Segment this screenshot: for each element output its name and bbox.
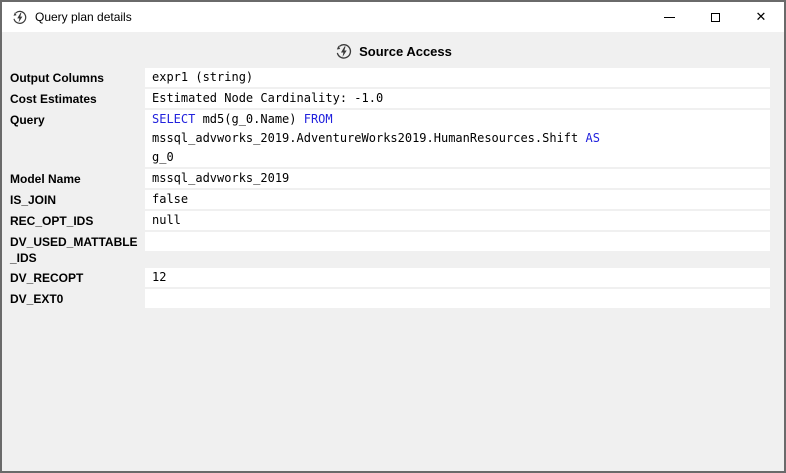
node-header: Source Access xyxy=(2,40,784,62)
field-row: DV_EXT0 xyxy=(10,289,770,308)
close-icon: ✕ xyxy=(756,11,767,24)
window-title: Query plan details xyxy=(35,10,132,24)
field-value[interactable] xyxy=(145,232,770,251)
field-label: Model Name xyxy=(10,169,145,187)
field-value[interactable]: SELECT md5(g_0.Name) FROM mssql_advworks… xyxy=(145,110,770,167)
field-row: DV_RECOPT 12 xyxy=(10,268,770,287)
field-row: DV_USED_MATTABLE_IDS xyxy=(10,232,770,266)
query-plan-details-window: Query plan details ✕ Source Access Outpu… xyxy=(0,0,786,473)
field-row: IS_JOIN false xyxy=(10,190,770,209)
dialog-content: Source Access Output Columns expr1 (stri… xyxy=(2,32,784,471)
field-value[interactable]: expr1 (string) xyxy=(145,68,770,87)
field-row: Output Columns expr1 (string) xyxy=(10,68,770,87)
field-row: Cost Estimates Estimated Node Cardinalit… xyxy=(10,89,770,108)
field-label: DV_EXT0 xyxy=(10,289,145,307)
field-value[interactable] xyxy=(145,289,770,308)
titlebar: Query plan details ✕ xyxy=(2,2,784,32)
field-value[interactable]: Estimated Node Cardinality: -1.0 xyxy=(145,89,770,108)
field-label: DV_USED_MATTABLE_IDS xyxy=(10,232,145,266)
field-label: Query xyxy=(10,110,145,128)
source-access-icon xyxy=(334,42,353,61)
window-controls: ✕ xyxy=(646,2,784,32)
field-row: Model Name mssql_advworks_2019 xyxy=(10,169,770,188)
query-plan-icon xyxy=(11,9,28,26)
field-row: Query SELECT md5(g_0.Name) FROM mssql_ad… xyxy=(10,110,770,167)
minimize-button[interactable] xyxy=(646,2,692,32)
field-value[interactable]: mssql_advworks_2019 xyxy=(145,169,770,188)
field-value[interactable]: null xyxy=(145,211,770,230)
field-value[interactable]: 12 xyxy=(145,268,770,287)
field-value[interactable]: false xyxy=(145,190,770,209)
close-button[interactable]: ✕ xyxy=(738,2,784,32)
field-label: REC_OPT_IDS xyxy=(10,211,145,229)
fields-form: Output Columns expr1 (string) Cost Estim… xyxy=(2,68,784,308)
maximize-icon xyxy=(711,13,720,22)
field-label: DV_RECOPT xyxy=(10,268,145,286)
field-label: Output Columns xyxy=(10,68,145,86)
maximize-button[interactable] xyxy=(692,2,738,32)
minimize-icon xyxy=(664,17,675,18)
node-title: Source Access xyxy=(359,44,452,59)
field-label: Cost Estimates xyxy=(10,89,145,107)
field-label: IS_JOIN xyxy=(10,190,145,208)
field-row: REC_OPT_IDS null xyxy=(10,211,770,230)
